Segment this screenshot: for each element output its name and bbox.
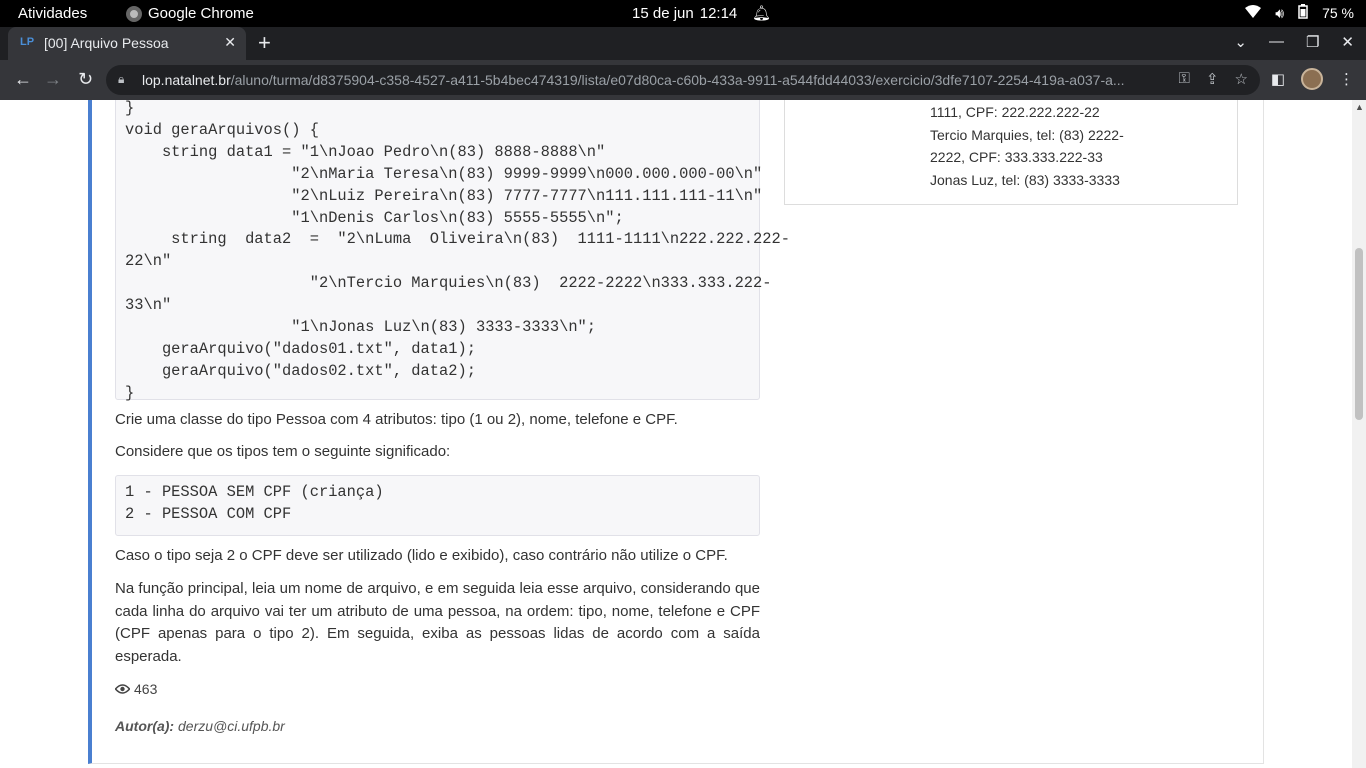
expected-output-panel: 1111, CPF: 222.222.222-22 Tercio Marquie… <box>784 100 1238 205</box>
page-content: } void geraArquivos() { string data1 = "… <box>0 100 1352 768</box>
battery-percent: 75 % <box>1322 5 1354 21</box>
omnibox-actions: ⚿ ⇪ ☆ <box>1179 70 1248 88</box>
reload-icon[interactable]: ↻ <box>78 69 93 90</box>
app-name: Google Chrome <box>148 5 254 22</box>
lop-favicon-icon: LP <box>20 36 35 48</box>
forward-arrow-icon[interactable]: → <box>44 69 62 90</box>
output-line: Tercio Marquies, tel: (83) 2222- <box>930 126 1124 143</box>
paragraph-cpf: Caso o tipo seja 2 o CPF deve ser utiliz… <box>115 547 728 564</box>
output-line: Jonas Luz, tel: (83) 3333-3333 <box>930 172 1120 189</box>
eye-icon <box>115 684 130 694</box>
restore-icon[interactable]: ❐ <box>1306 33 1319 51</box>
paragraph-class: Crie uma classe do tipo Pessoa com 4 atr… <box>115 411 678 428</box>
back-arrow-icon[interactable]: ← <box>14 69 32 90</box>
activities-button[interactable]: Atividades <box>18 5 87 22</box>
lock-icon[interactable]: 🔒︎ <box>118 72 124 87</box>
star-icon[interactable]: ☆ <box>1235 70 1248 88</box>
views-count: 463 <box>134 681 158 697</box>
kebab-menu-icon[interactable]: ⋮ <box>1339 70 1354 88</box>
bell-icon[interactable]: 🔔︎ <box>752 4 771 22</box>
close-tab-icon[interactable]: ✕ <box>224 34 236 51</box>
expected-output-lines: 1111, CPF: 222.222.222-22 Tercio Marquie… <box>930 100 1230 192</box>
browser-toolbar: ← → ↻ 🔒︎ lop.natalnet.br/aluno/turma/d83… <box>0 60 1366 100</box>
date-label: 15 de jun <box>632 5 694 22</box>
tab-strip: LP [00] Arquivo Pessoa ✕ + ⌄ — ❐ ✕ <box>0 27 1366 60</box>
chrome-logo-icon <box>126 5 142 22</box>
code-block-types: 1 - PESSOA SEM CPF (criança) 2 - PESSOA … <box>115 475 760 536</box>
close-window-icon[interactable]: ✕ <box>1341 33 1354 51</box>
output-line: 2222, CPF: 333.333.222-33 <box>930 149 1103 166</box>
share-icon[interactable]: ⇪ <box>1206 70 1219 88</box>
toolbar-right: ◧ ⋮ <box>1271 68 1354 90</box>
output-line: 1111, CPF: 222.222.222-22 <box>930 104 1100 120</box>
page-scrollbar[interactable]: ▲ <box>1352 100 1366 768</box>
minimize-icon[interactable]: — <box>1269 33 1284 51</box>
views-counter: 463 <box>115 681 157 697</box>
paragraph-types: Considere que os tipos tem o seguinte si… <box>115 443 451 460</box>
code-block-gera-arquivos: } void geraArquivos() { string data1 = "… <box>115 100 790 402</box>
time-label: 12:14 <box>699 5 738 22</box>
scroll-up-arrow-icon[interactable]: ▲ <box>1355 102 1364 112</box>
author-email: derzu@ci.ufpb.br <box>178 718 285 734</box>
paragraph-main: Na função principal, leia um nome de arq… <box>115 580 760 665</box>
window-controls: ⌄ — ❐ ✕ <box>1234 33 1354 51</box>
key-icon[interactable]: ⚿ <box>1179 70 1190 88</box>
address-bar[interactable]: 🔒︎ lop.natalnet.br/aluno/turma/d8375904-… <box>106 65 1260 95</box>
url-path: /aluno/turma/d8375904-c358-4527-a411-5b4… <box>230 72 1125 88</box>
battery-icon <box>1298 4 1308 22</box>
system-tray[interactable]: 🔊︎ 75 % <box>1245 4 1354 22</box>
profile-avatar[interactable] <box>1301 68 1323 90</box>
new-tab-button[interactable]: + <box>258 30 271 56</box>
app-menu[interactable]: Google Chrome <box>126 5 254 22</box>
author-line: Autor(a): derzu@ci.ufpb.br <box>115 718 285 734</box>
scrollbar-thumb[interactable] <box>1355 248 1363 420</box>
clock[interactable]: 15 de jun 12:14 <box>632 5 737 22</box>
volume-icon: 🔊︎ <box>1275 4 1285 21</box>
tab-title: [00] Arquivo Pessoa <box>44 35 169 51</box>
url-host: lop.natalnet.br <box>142 72 231 88</box>
side-panel-icon[interactable]: ◧ <box>1271 70 1285 88</box>
tab-search-icon[interactable]: ⌄ <box>1234 33 1247 51</box>
tab-arquivo-pessoa[interactable]: LP [00] Arquivo Pessoa ✕ <box>8 27 246 60</box>
author-label: Autor(a): <box>115 718 175 734</box>
wifi-icon <box>1245 4 1262 22</box>
system-top-bar: Atividades Google Chrome 15 de jun 12:14… <box>0 0 1366 27</box>
url-text[interactable]: lop.natalnet.br/aluno/turma/d8375904-c35… <box>142 72 1162 88</box>
